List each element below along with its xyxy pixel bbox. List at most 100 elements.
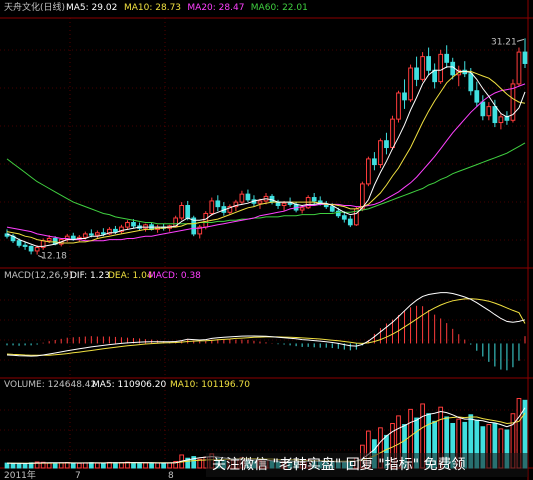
candle-body (275, 201, 281, 207)
candle-body (408, 67, 413, 101)
volume-bar (10, 462, 16, 469)
volume-bar (94, 462, 100, 469)
candle-body (311, 197, 317, 202)
volume-bar (119, 462, 124, 469)
dea-line (6, 298, 526, 356)
candle-body (125, 222, 130, 228)
volume-bar (137, 462, 142, 469)
candle-body (299, 207, 305, 211)
high-price-label: 31.21 (491, 37, 517, 47)
candle-body (480, 101, 486, 117)
candle-body (209, 200, 215, 214)
candle-body (492, 106, 498, 124)
candle-body (287, 202, 293, 205)
volume-bar (155, 462, 160, 469)
candle-body (384, 140, 389, 149)
stock-chart: 天舟文化(日线) MA5: 29.02 MA10: 28.73 MA20: 28.4… (0, 0, 533, 480)
ma-legend-ma20: MA20: 28.47 (187, 3, 244, 13)
macd-panel (6, 292, 526, 371)
candle-body (82, 233, 88, 238)
volume-bar (58, 462, 64, 469)
candle-body (94, 232, 100, 236)
candle-body (281, 202, 287, 207)
low-price-label: 12.18 (41, 252, 67, 262)
candle-body (516, 51, 522, 85)
candle-body (203, 212, 209, 228)
ma60-line (6, 142, 526, 225)
volume-bar (101, 462, 106, 469)
candle-body (143, 224, 148, 229)
candle-body (16, 240, 22, 246)
x-axis-label-8: 8 (168, 471, 174, 480)
chart-title: 天舟文化(日线) (4, 1, 65, 13)
candle-body (101, 232, 106, 235)
candle-body (402, 92, 407, 101)
candle-body (360, 183, 365, 210)
candle-body (22, 244, 28, 247)
candle-body (444, 53, 450, 63)
volume-bar (143, 462, 148, 469)
volume-bar (76, 462, 82, 469)
candle-body (378, 140, 383, 166)
volume-bar (16, 463, 22, 469)
ma5-line (6, 66, 526, 247)
high-pointer (516, 38, 525, 42)
macd-title: MACD(12,26,9) (4, 271, 72, 281)
candle-body (215, 200, 221, 208)
volume-bar (131, 462, 136, 469)
watermark-text: 关注微信 "老韩实盘" 回复 "指标" 免费领 (212, 457, 466, 473)
volume-bar (70, 462, 76, 469)
volume-bar (167, 462, 172, 469)
candle-body (414, 67, 419, 80)
candle-body (390, 118, 395, 149)
ma-legend-ma10: MA10: 28.73 (124, 3, 181, 13)
candle-body (486, 106, 492, 117)
candle-body (239, 193, 245, 203)
candle-body (522, 51, 528, 64)
candle-body (46, 237, 52, 242)
candle-body (113, 228, 118, 233)
candle-body (257, 200, 263, 204)
candle-body (438, 53, 444, 83)
candle-body (88, 233, 94, 236)
volume-bar (149, 462, 154, 469)
candle-body (474, 90, 480, 103)
macd-value-label: MACD: 0.38 (148, 271, 201, 281)
candle-body (396, 92, 401, 120)
volume-bar (52, 462, 58, 469)
candle-body (372, 158, 377, 166)
candle-body (426, 56, 431, 71)
ma-legend: MA5: 29.02 MA10: 28.73 MA20: 28.47 MA60: 22… (66, 3, 308, 13)
volume-bar (82, 462, 88, 469)
candle-body (131, 222, 136, 227)
candle-body (329, 206, 335, 212)
volume-bar (22, 463, 28, 469)
volume-title: VOLUME: 124648.42 (4, 380, 96, 390)
ma-legend-ma60: MA60: 22.01 (251, 3, 308, 13)
volume-bar (88, 462, 94, 469)
macd-dea-label: DEA: 1.04 (108, 271, 153, 281)
x-axis-label-7: 7 (75, 471, 81, 480)
candle-body (341, 215, 347, 220)
volume-ma10-label: MA10: 101196.70 (170, 380, 250, 390)
candle-body (420, 56, 425, 80)
candle-body (28, 245, 34, 252)
ma-legend-ma5: MA5: 29.02 (66, 3, 117, 13)
volume-ma5-label: MA5: 110906.20 (92, 380, 166, 390)
x-axis-label-year: 2011年 (4, 469, 36, 480)
candle-body (347, 218, 353, 226)
macd-dif-label: DIF: 1.23 (70, 271, 110, 281)
candle-body (245, 193, 251, 201)
volume-bar (113, 462, 118, 469)
volume-bar (46, 462, 52, 469)
volume-bar (4, 462, 10, 469)
candle-body (34, 247, 40, 252)
candle-body (450, 61, 456, 76)
candle-body (432, 69, 438, 83)
candle-body (498, 116, 504, 124)
candle-body (366, 158, 371, 185)
price-panel (4, 38, 528, 259)
candle-body (179, 205, 185, 219)
candle-body (185, 205, 191, 219)
volume-bar (161, 462, 166, 469)
